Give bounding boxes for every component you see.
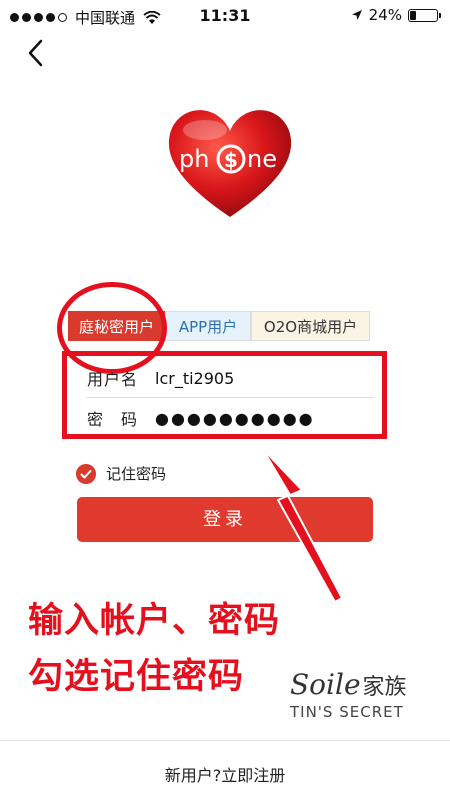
watermark-brand-latin: Soile	[290, 668, 361, 701]
watermark: Soile家族 TIN'S SECRET	[290, 668, 440, 721]
back-chevron-icon[interactable]	[22, 38, 52, 68]
tab-o2o-user[interactable]: O2O商城用户	[251, 311, 370, 341]
username-label: 用户名	[87, 370, 139, 389]
watermark-brand: Soile家族	[290, 668, 440, 701]
annotation-caption-2: 勾选记住密码	[28, 657, 245, 697]
annotation-caption-1: 输入帐户、密码	[28, 601, 281, 641]
logo-symbol: $	[224, 148, 238, 172]
logo-text-left: ph	[179, 145, 209, 173]
battery-percent: 24%	[368, 6, 402, 24]
location-arrow-icon	[351, 10, 362, 20]
check-circle-icon[interactable]	[76, 463, 96, 484]
login-form: 用户名 lcr_ti2905 密 码 ●●●●●●●●●●	[62, 351, 387, 439]
remember-label: 记住密码	[106, 465, 167, 483]
password-row[interactable]: 密 码 ●●●●●●●●●●	[87, 398, 374, 438]
battery-fill	[410, 10, 416, 20]
logo-text-right: ne	[247, 145, 277, 173]
bottom-divider	[0, 740, 450, 741]
watermark-brand-cn: 家族	[362, 675, 407, 700]
annotation-arrow	[261, 447, 343, 603]
status-bar: 中国联通 11:31 24%	[0, 0, 450, 30]
register-link[interactable]: 新用户?立即注册	[0, 762, 450, 786]
status-right: 24%	[351, 6, 441, 24]
password-input[interactable]: ●●●●●●●●●●	[155, 409, 315, 428]
remember-password[interactable]: 记住密码	[76, 463, 166, 484]
username-row[interactable]: 用户名 lcr_ti2905	[87, 358, 374, 398]
battery-icon	[408, 8, 441, 22]
username-input[interactable]: lcr_ti2905	[155, 369, 234, 388]
password-label: 密 码	[87, 410, 139, 429]
watermark-sub: TIN'S SECRET	[290, 703, 404, 721]
tab-app-user[interactable]: APP用户	[165, 311, 251, 341]
phone-heart-logo: ph $ ne	[168, 110, 292, 217]
